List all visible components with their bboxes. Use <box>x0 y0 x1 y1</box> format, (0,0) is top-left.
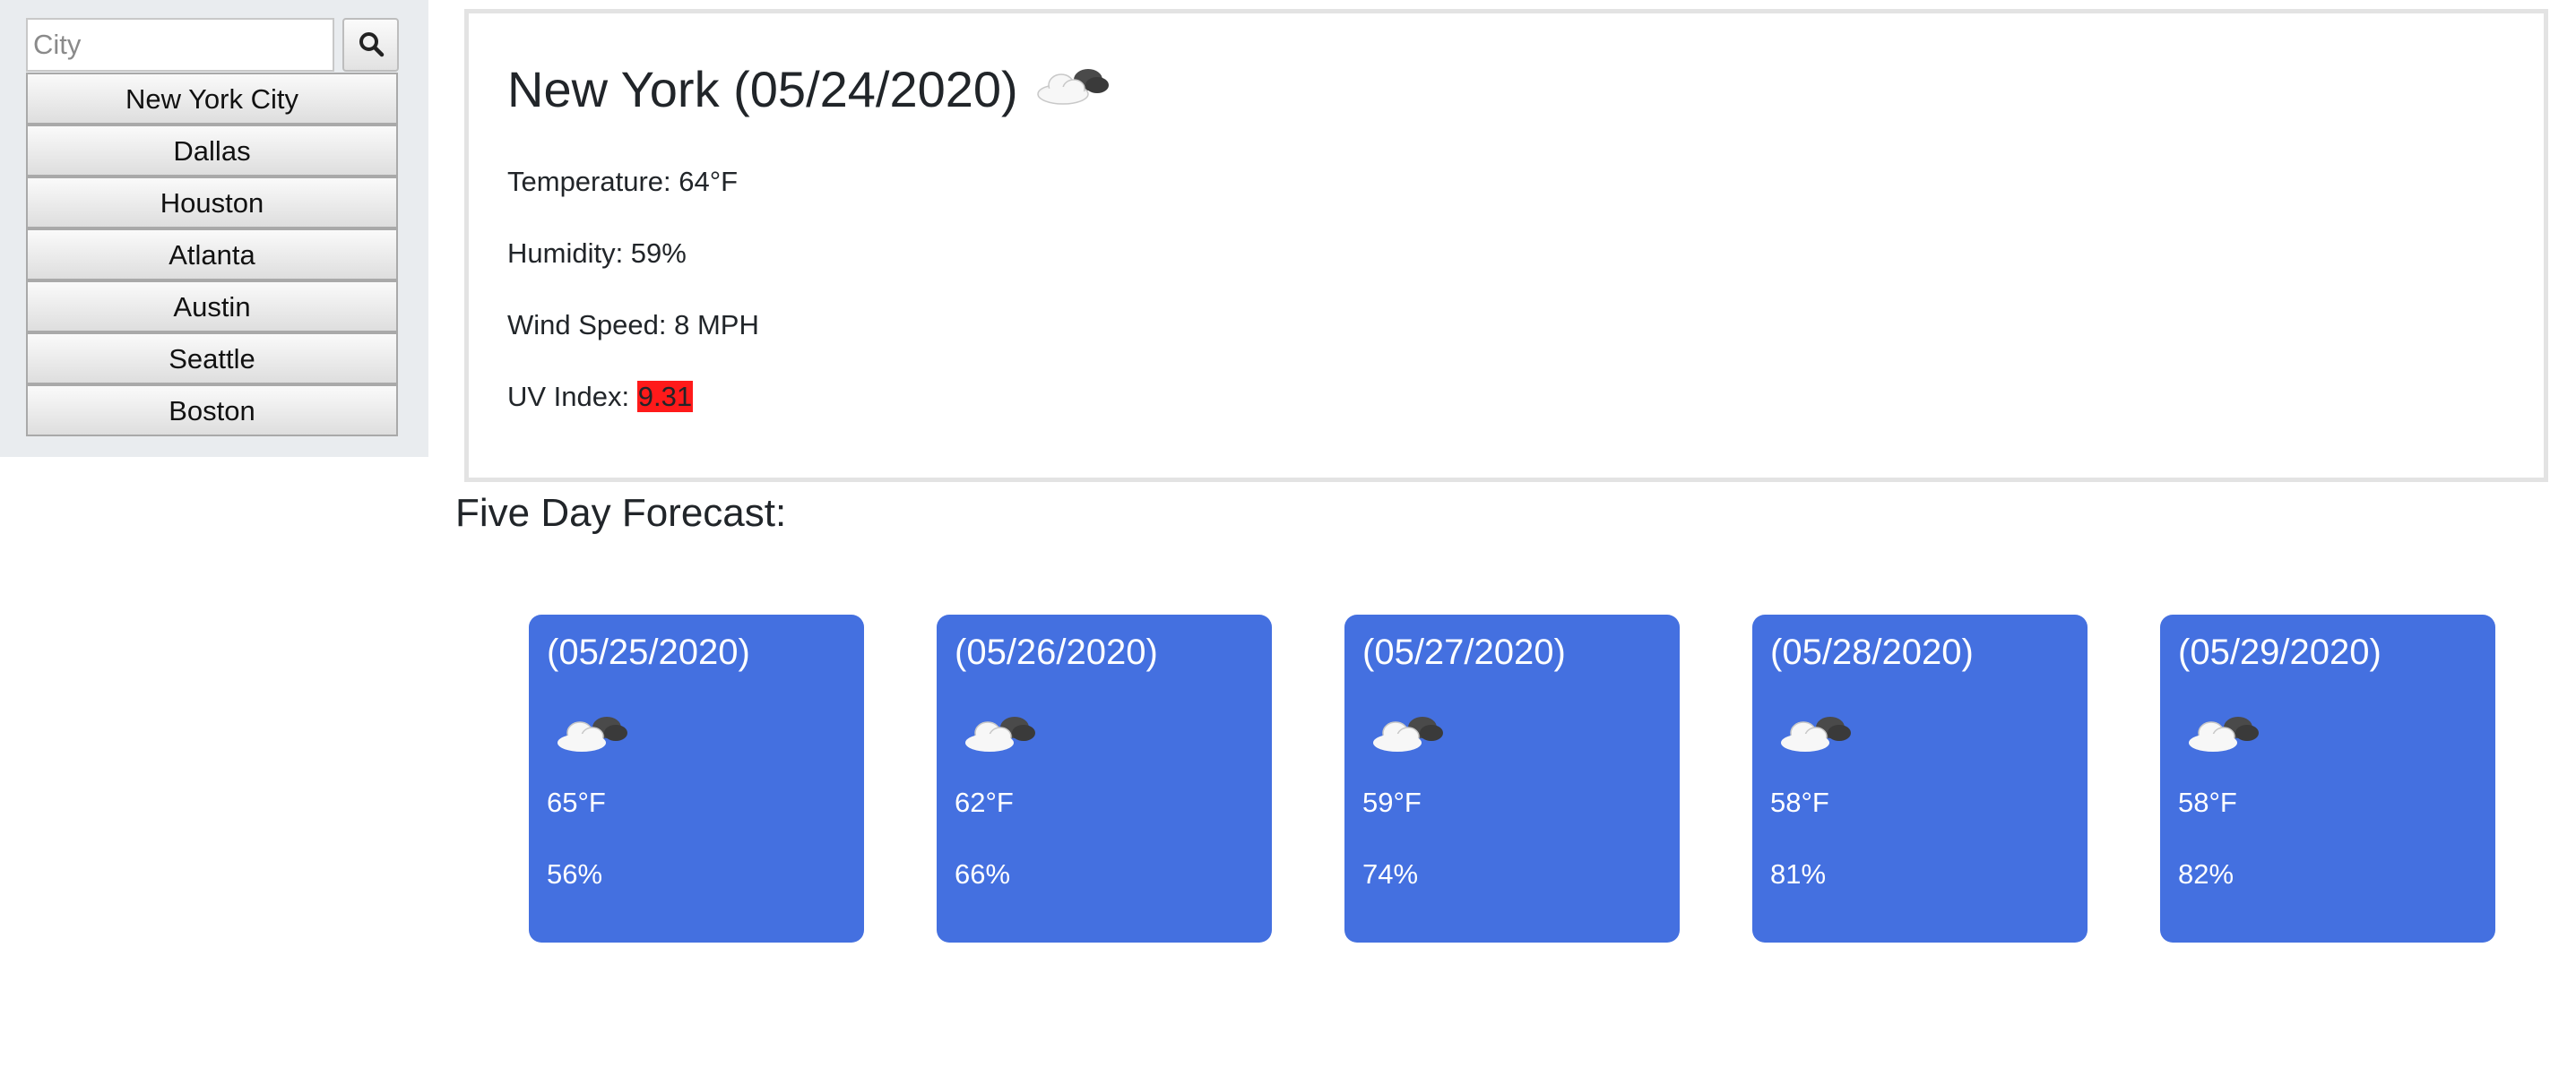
forecast-temperature: 58°F <box>1770 787 1829 818</box>
forecast-humidity: 66% <box>955 858 1011 890</box>
forecast-humidity: 82% <box>2178 858 2235 890</box>
uv-index-label: UV Index: <box>507 381 637 412</box>
city-button-austin[interactable]: Austin <box>26 280 398 332</box>
city-button-dallas[interactable]: Dallas <box>26 125 398 177</box>
current-city-date: New York (05/24/2020) <box>507 61 1018 117</box>
forecast-card: (05/25/2020) 65°F 56% <box>529 615 864 943</box>
forecast-humidity: 56% <box>547 858 603 890</box>
city-button-atlanta[interactable]: Atlanta <box>26 228 398 280</box>
current-weather-panel: New York (05/24/2020) Temperature: 64°F … <box>464 9 2548 482</box>
forecast-card: (05/29/2020) 58°F 82% <box>2160 615 2495 943</box>
city-button-boston[interactable]: Boston <box>26 384 398 436</box>
city-button-houston[interactable]: Houston <box>26 177 398 228</box>
forecast-card: (05/26/2020) 62°F 66% <box>937 615 1272 943</box>
cloud-icon <box>1034 58 1111 120</box>
forecast-card: (05/27/2020) 59°F 74% <box>1344 615 1680 943</box>
sidebar: New York City Dallas Houston Atlanta Aus… <box>0 0 428 457</box>
forecast-date: (05/26/2020) <box>955 633 1158 672</box>
current-humidity: Humidity: 59% <box>507 237 687 269</box>
current-wind-speed: Wind Speed: 8 MPH <box>507 309 759 340</box>
current-temperature: Temperature: 64°F <box>507 166 739 197</box>
cloud-icon <box>550 706 633 761</box>
forecast-temperature: 59°F <box>1362 787 1422 818</box>
city-list: New York City Dallas Houston Atlanta Aus… <box>26 73 398 436</box>
forecast-heading: Five Day Forecast: <box>455 491 787 535</box>
city-button-new-york-city[interactable]: New York City <box>26 73 398 125</box>
forecast-humidity: 74% <box>1362 858 1419 890</box>
forecast-date: (05/27/2020) <box>1362 633 1566 672</box>
forecast-temperature: 65°F <box>547 787 606 818</box>
uv-index-value: 9.31 <box>636 381 694 412</box>
forecast-date: (05/29/2020) <box>2178 633 2382 672</box>
forecast-temperature: 62°F <box>955 787 1014 818</box>
city-search-input[interactable] <box>26 18 334 72</box>
cloud-icon <box>958 706 1041 761</box>
forecast-temperature: 58°F <box>2178 787 2237 818</box>
current-weather-title: New York (05/24/2020) <box>507 58 1111 120</box>
forecast-humidity: 81% <box>1770 858 1827 890</box>
city-button-seattle[interactable]: Seattle <box>26 332 398 384</box>
search-row <box>26 18 399 72</box>
forecast-date: (05/28/2020) <box>1770 633 1974 672</box>
search-button[interactable] <box>342 18 399 72</box>
cloud-icon <box>2182 706 2264 761</box>
cloud-icon <box>1366 706 1448 761</box>
current-uv-index: UV Index: 9.31 <box>507 381 694 413</box>
search-icon <box>358 30 385 60</box>
forecast-card: (05/28/2020) 58°F 81% <box>1752 615 2088 943</box>
forecast-date: (05/25/2020) <box>547 633 750 672</box>
cloud-icon <box>1774 706 1856 761</box>
